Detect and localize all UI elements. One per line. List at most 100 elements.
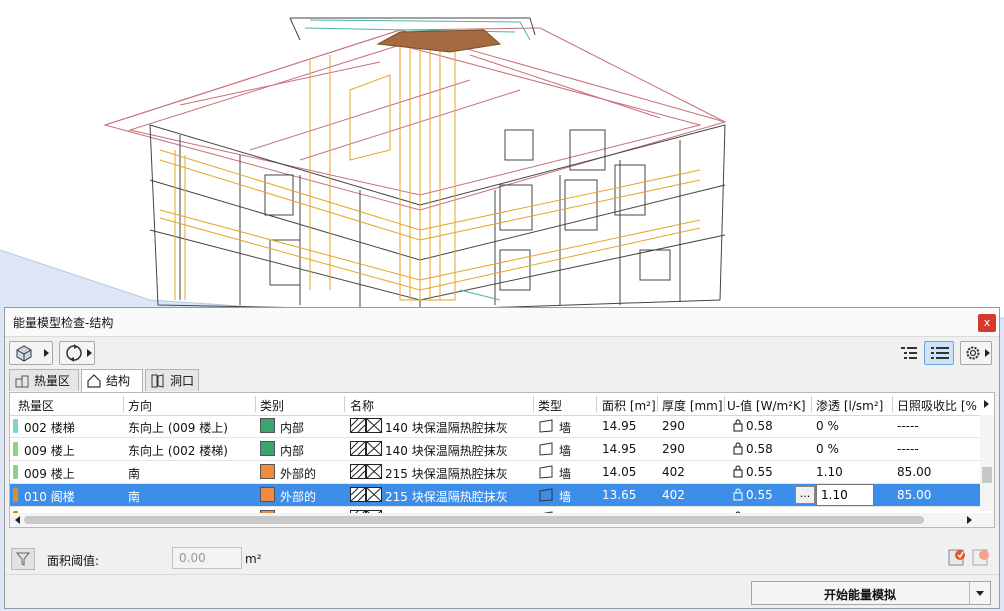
refresh-menu-button[interactable] bbox=[59, 341, 95, 365]
table-row[interactable]: 009 楼上 东向上 (002 楼梯) 内部 140 块保温隔热腔抹灰 墙 14.95 29… bbox=[10, 438, 994, 461]
area-threshold-input[interactable]: 0.00 bbox=[172, 547, 242, 569]
solar-absorption-cell: ----- bbox=[897, 442, 919, 456]
view-menu-button[interactable] bbox=[9, 341, 53, 365]
vertical-scrollbar[interactable] bbox=[980, 415, 994, 511]
direction-cell: 南 bbox=[128, 467, 141, 481]
lock-icon bbox=[733, 419, 743, 435]
close-button[interactable]: x bbox=[978, 314, 996, 332]
hatch-pattern-icon bbox=[350, 487, 382, 502]
filter-button[interactable] bbox=[11, 548, 35, 570]
settings-menu-button[interactable] bbox=[960, 341, 992, 365]
type-cell: 墙 bbox=[559, 490, 572, 504]
thickness-cell: 290 bbox=[662, 442, 685, 456]
zone-cell: 009 楼上 bbox=[24, 467, 75, 481]
zone-cell: 009 楼上 bbox=[24, 444, 75, 458]
tab-thermal-zones[interactable]: 热量区 bbox=[9, 369, 79, 391]
column-header-infiltration[interactable]: 渗透 [l/sm²] bbox=[816, 397, 883, 414]
column-header-direction[interactable]: 方向 bbox=[128, 397, 152, 414]
category-cell: 内部 bbox=[280, 444, 305, 458]
column-header-thickness[interactable]: 厚度 [mm] bbox=[662, 397, 723, 414]
composite-name-cell: 215 块保温隔热腔抹灰 bbox=[385, 467, 508, 481]
zone-cell: 002 楼梯 bbox=[24, 421, 75, 435]
list-icon bbox=[931, 347, 949, 359]
table-row[interactable]: 009 楼上 南 外部的 215 块保温隔热腔抹灰 墙 14.05 402 0.55 1.10 8… bbox=[10, 461, 994, 484]
column-header-area[interactable]: 面积 [m²] bbox=[602, 397, 656, 414]
report-button[interactable] bbox=[947, 547, 969, 569]
scroll-right-icon[interactable] bbox=[983, 399, 991, 409]
tab-openings[interactable]: 洞口 bbox=[145, 369, 199, 391]
column-header-u-value[interactable]: U-值 [W/m²K] bbox=[727, 397, 806, 414]
gear-icon bbox=[966, 346, 980, 360]
column-header-type[interactable]: 类型 bbox=[538, 397, 562, 414]
area-cell: 14.95 bbox=[602, 419, 637, 433]
zone-color-marker bbox=[13, 465, 18, 479]
lock-icon bbox=[733, 465, 743, 481]
category-cell: 外部的 bbox=[280, 467, 317, 481]
u-value-cell: 0.58 bbox=[746, 442, 773, 456]
column-header-category[interactable]: 类别 bbox=[260, 397, 284, 414]
solar-absorption-cell: 85.00 bbox=[897, 465, 932, 479]
export-icon bbox=[972, 549, 989, 566]
category-color-swatch bbox=[260, 487, 275, 502]
horizontal-scrollbar[interactable] bbox=[10, 513, 994, 527]
zone-color-marker bbox=[13, 488, 18, 502]
thickness-cell: 402 bbox=[662, 488, 685, 502]
scroll-right-icon[interactable] bbox=[966, 515, 974, 525]
zone-color-marker bbox=[13, 419, 18, 433]
structures-table: 热量区 方向 类别 名称 类型 面积 [m²] 厚度 [mm] U-值 [W/m… bbox=[9, 392, 995, 528]
composite-name-cell: 215 块保温隔热腔抹灰 bbox=[385, 490, 508, 504]
chevron-right-icon bbox=[985, 349, 990, 357]
zone-cell: 010 阁楼 bbox=[24, 490, 75, 504]
dialog-titlebar[interactable]: 能量模型检查-结构 x bbox=[5, 308, 999, 337]
u-value-cell: 0.58 bbox=[746, 419, 773, 433]
table-row[interactable]: 010 阁楼 南 外部的 215 块保温隔热腔抹灰 墙 13.65 402 0.55... 1.… bbox=[10, 484, 994, 507]
u-value-cell: 0.55 bbox=[746, 465, 773, 479]
column-header-name[interactable]: 名称 bbox=[350, 397, 374, 414]
tab-structures[interactable]: 结构 bbox=[81, 369, 143, 392]
wall-icon bbox=[539, 442, 555, 459]
report-icon bbox=[948, 549, 965, 566]
energy-model-review-dialog: 能量模型检查-结构 x 热量区 结构 洞口 热量区 方向 类别 名称 类型 面积… bbox=[4, 307, 1000, 609]
table-row[interactable]: 002 楼梯 东向上 (009 楼上) 内部 140 块保温隔热腔抹灰 墙 14.95 29… bbox=[10, 415, 994, 438]
area-unit: m² bbox=[245, 552, 262, 566]
infiltration-edit-field[interactable]: 1.10 bbox=[816, 484, 874, 506]
refresh-icon bbox=[66, 344, 82, 362]
chevron-down-icon bbox=[976, 591, 984, 596]
table-header: 热量区 方向 类别 名称 类型 面积 [m²] 厚度 [mm] U-值 [W/m… bbox=[10, 393, 994, 416]
start-options-dropdown[interactable] bbox=[969, 582, 990, 604]
category-cell: 内部 bbox=[280, 421, 305, 435]
type-cell: 墙 bbox=[559, 444, 572, 458]
list-view-button[interactable] bbox=[924, 341, 954, 365]
filter-bar: 面积阈值: 0.00 m² bbox=[5, 543, 999, 573]
column-header-solar-absorption[interactable]: 日照吸收比 [% bbox=[897, 397, 977, 414]
u-value-cell: 0.55 bbox=[746, 488, 773, 502]
tree-list-icon bbox=[901, 347, 917, 359]
hatch-pattern-icon bbox=[350, 441, 382, 456]
zone-icon bbox=[15, 375, 29, 388]
type-cell: 墙 bbox=[559, 467, 572, 481]
tree-view-button[interactable] bbox=[894, 341, 922, 365]
chevron-right-icon bbox=[87, 349, 92, 357]
chevron-right-icon bbox=[44, 349, 49, 357]
toolbar bbox=[5, 338, 999, 368]
infiltration-cell: 0 % bbox=[816, 442, 839, 456]
funnel-icon bbox=[16, 552, 30, 566]
house-icon bbox=[87, 374, 101, 388]
scroll-left-icon[interactable] bbox=[13, 515, 21, 525]
area-threshold-label: 面积阈值: bbox=[47, 554, 100, 568]
dialog-title: 能量模型检查-结构 bbox=[13, 316, 114, 330]
tab-bar: 热量区 结构 洞口 bbox=[5, 368, 999, 392]
edit-infiltration-button[interactable]: ... bbox=[795, 486, 815, 504]
direction-cell: 南 bbox=[128, 490, 141, 504]
column-header-zone[interactable]: 热量区 bbox=[18, 397, 54, 414]
start-energy-simulation-button[interactable]: 开始能量模拟 bbox=[751, 581, 991, 605]
lock-icon bbox=[733, 442, 743, 458]
type-cell: 墙 bbox=[559, 421, 572, 435]
category-color-swatch bbox=[260, 418, 275, 433]
infiltration-cell: 1.10 bbox=[816, 465, 843, 479]
export-button[interactable] bbox=[971, 547, 993, 569]
wall-icon bbox=[539, 465, 555, 482]
door-icon bbox=[151, 374, 164, 388]
composite-name-cell: 140 块保温隔热腔抹灰 bbox=[385, 421, 508, 435]
direction-cell: 东向上 (009 楼上) bbox=[128, 421, 228, 435]
